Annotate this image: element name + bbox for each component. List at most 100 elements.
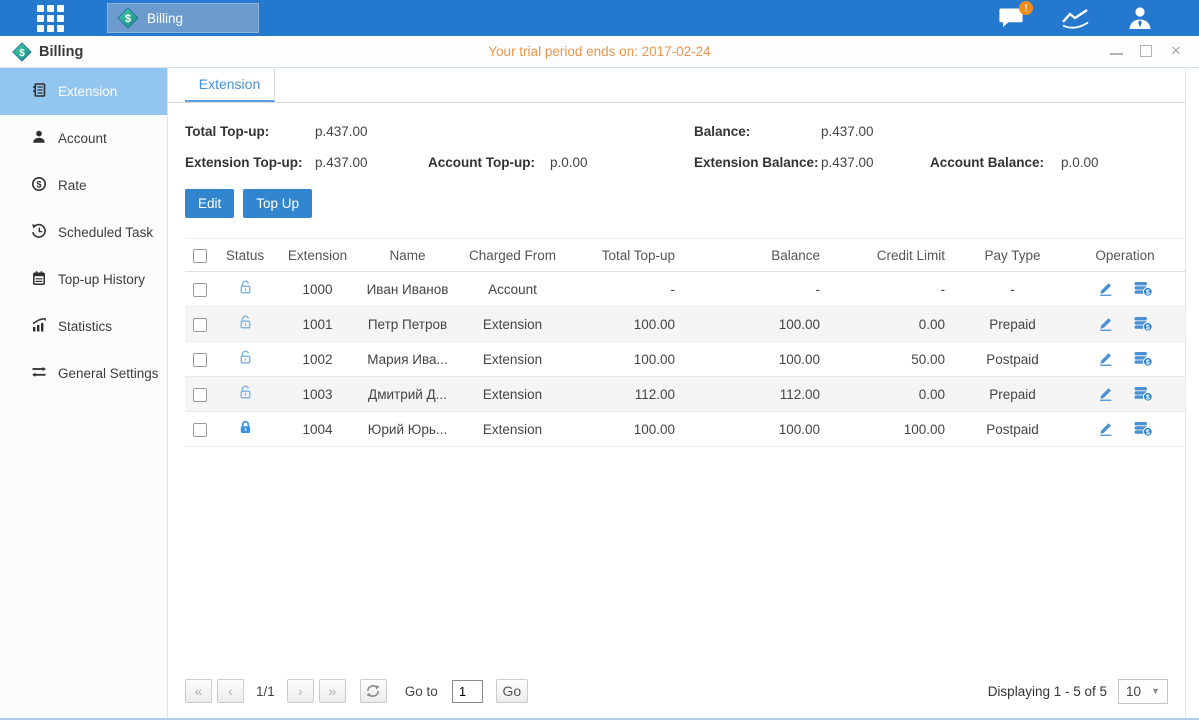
cell-credit-limit: 0.00 — [835, 377, 960, 412]
sidebar-item-label: Top-up History — [58, 272, 145, 287]
account-balance-value: p.0.00 — [1061, 147, 1168, 178]
notification-badge: ! — [1019, 1, 1033, 15]
svg-text:$: $ — [1145, 394, 1149, 401]
goto-label: Go to — [405, 684, 438, 699]
total-topup-value: p.437.00 — [315, 116, 428, 147]
page-size-select[interactable]: 10 ▼ — [1118, 679, 1168, 704]
sidebar-item-label: Rate — [58, 178, 87, 193]
col-name: Name — [360, 239, 455, 272]
top-up-button[interactable]: Top Up — [243, 189, 312, 218]
row-checkbox[interactable] — [193, 318, 207, 332]
pagination-bar: « ‹ 1/1 › » Go to Go Displayi — [168, 672, 1185, 718]
col-charged-from: Charged From — [455, 239, 570, 272]
col-operation: Operation — [1065, 239, 1185, 272]
status-lock-icon — [237, 354, 254, 369]
extension-topup-label: Extension Top-up: — [185, 147, 315, 178]
cell-extension: 1001 — [275, 307, 360, 342]
user-account-icon[interactable] — [1127, 6, 1153, 30]
sidebar-item-topup-history[interactable]: Top-up History — [0, 256, 167, 303]
sidebar-item-statistics[interactable]: Statistics — [0, 303, 167, 350]
row-checkbox[interactable] — [193, 388, 207, 402]
notifications-chat-icon[interactable]: ! — [999, 7, 1025, 29]
top-up-coins-icon[interactable]: $ — [1134, 281, 1153, 297]
taskbar-tab-billing[interactable]: $ Billing — [107, 3, 259, 33]
cell-name: Юрий Юрь... — [360, 412, 455, 447]
top-up-coins-icon[interactable]: $ — [1134, 351, 1153, 367]
last-page-button[interactable]: » — [319, 679, 346, 703]
sidebar-item-scheduled-task[interactable]: Scheduled Task — [0, 209, 167, 256]
refresh-button[interactable] — [360, 679, 387, 703]
dollar-circle-icon: $ — [31, 176, 47, 195]
row-checkbox[interactable] — [193, 283, 207, 297]
sliders-icon — [31, 364, 47, 383]
cell-extension: 1000 — [275, 272, 360, 307]
top-up-coins-icon[interactable]: $ — [1134, 386, 1153, 402]
col-extension: Extension — [275, 239, 360, 272]
sidebar-item-rate[interactable]: $ Rate — [0, 162, 167, 209]
first-page-button[interactable]: « — [185, 679, 212, 703]
cell-name: Дмитрий Д... — [360, 377, 455, 412]
svg-text:$: $ — [125, 13, 131, 25]
billing-summary: Total Top-up: p.437.00 Balance: p.437.00… — [168, 103, 1185, 178]
ledger-icon — [31, 82, 47, 101]
maximize-button[interactable] — [1140, 45, 1152, 57]
top-up-coins-icon[interactable]: $ — [1134, 316, 1153, 332]
balance-label: Balance: — [694, 116, 821, 147]
cell-charged-from: Extension — [455, 377, 570, 412]
select-all-checkbox[interactable] — [193, 249, 207, 263]
cell-total-topup: 100.00 — [570, 412, 690, 447]
status-lock-icon — [237, 284, 254, 299]
cell-charged-from: Extension — [455, 412, 570, 447]
svg-text:$: $ — [1145, 429, 1149, 436]
status-lock-icon — [237, 319, 254, 334]
table-row: 1004 Юрий Юрь... Extension 100.00 100.00… — [185, 412, 1185, 447]
tab-extension[interactable]: Extension — [185, 68, 275, 102]
trial-period-notice: Your trial period ends on: 2017-02-24 — [0, 44, 1199, 59]
extension-table: Status Extension Name Charged From Total… — [185, 238, 1185, 447]
table-row: 1003 Дмитрий Д... Extension 112.00 112.0… — [185, 377, 1185, 412]
sidebar-item-extension[interactable]: Extension — [0, 68, 167, 115]
account-balance-label: Account Balance: — [930, 147, 1061, 178]
person-icon — [31, 129, 47, 148]
prev-page-button[interactable]: ‹ — [217, 679, 244, 703]
sidebar-item-label: Scheduled Task — [58, 225, 153, 240]
notepad-icon — [31, 270, 47, 289]
cell-balance: 100.00 — [690, 342, 835, 377]
col-credit-limit: Credit Limit — [835, 239, 960, 272]
goto-page-input[interactable] — [452, 680, 483, 703]
edit-pencil-icon[interactable] — [1098, 281, 1114, 297]
sidebar: Extension Account $ Rate — [0, 68, 168, 718]
next-page-button[interactable]: › — [287, 679, 314, 703]
edit-pencil-icon[interactable] — [1098, 351, 1114, 367]
top-up-coins-icon[interactable]: $ — [1134, 421, 1153, 437]
col-balance: Balance — [690, 239, 835, 272]
app-launcher-icon[interactable] — [37, 5, 64, 32]
close-button[interactable]: ✕ — [1169, 45, 1183, 59]
cell-total-topup: 100.00 — [570, 307, 690, 342]
edit-pencil-icon[interactable] — [1098, 421, 1114, 437]
topbar: $ Billing ! — [0, 0, 1199, 36]
go-button[interactable]: Go — [496, 679, 528, 703]
row-checkbox[interactable] — [193, 353, 207, 367]
svg-text:$: $ — [19, 47, 25, 58]
sidebar-item-account[interactable]: Account — [0, 115, 167, 162]
account-topup-value: p.0.00 — [550, 147, 694, 178]
status-lock-icon — [237, 389, 254, 404]
extension-balance-value: p.437.00 — [821, 147, 930, 178]
sidebar-item-general-settings[interactable]: General Settings — [0, 350, 167, 397]
resource-monitor-icon[interactable] — [1061, 7, 1091, 29]
cell-extension: 1002 — [275, 342, 360, 377]
edit-pencil-icon[interactable] — [1098, 386, 1114, 402]
svg-text:$: $ — [1145, 359, 1149, 366]
cell-credit-limit: 0.00 — [835, 307, 960, 342]
cell-total-topup: 112.00 — [570, 377, 690, 412]
displaying-count: Displaying 1 - 5 of 5 — [988, 684, 1107, 699]
row-checkbox[interactable] — [193, 423, 207, 437]
edit-pencil-icon[interactable] — [1098, 316, 1114, 332]
minimize-button[interactable] — [1110, 45, 1123, 55]
main-content: Extension Total Top-up: p.437.00 Balance… — [168, 68, 1186, 718]
edit-button[interactable]: Edit — [185, 189, 234, 218]
billing-window-icon: $ — [12, 42, 32, 62]
svg-text:$: $ — [1145, 324, 1149, 331]
col-total-topup: Total Top-up — [570, 239, 690, 272]
